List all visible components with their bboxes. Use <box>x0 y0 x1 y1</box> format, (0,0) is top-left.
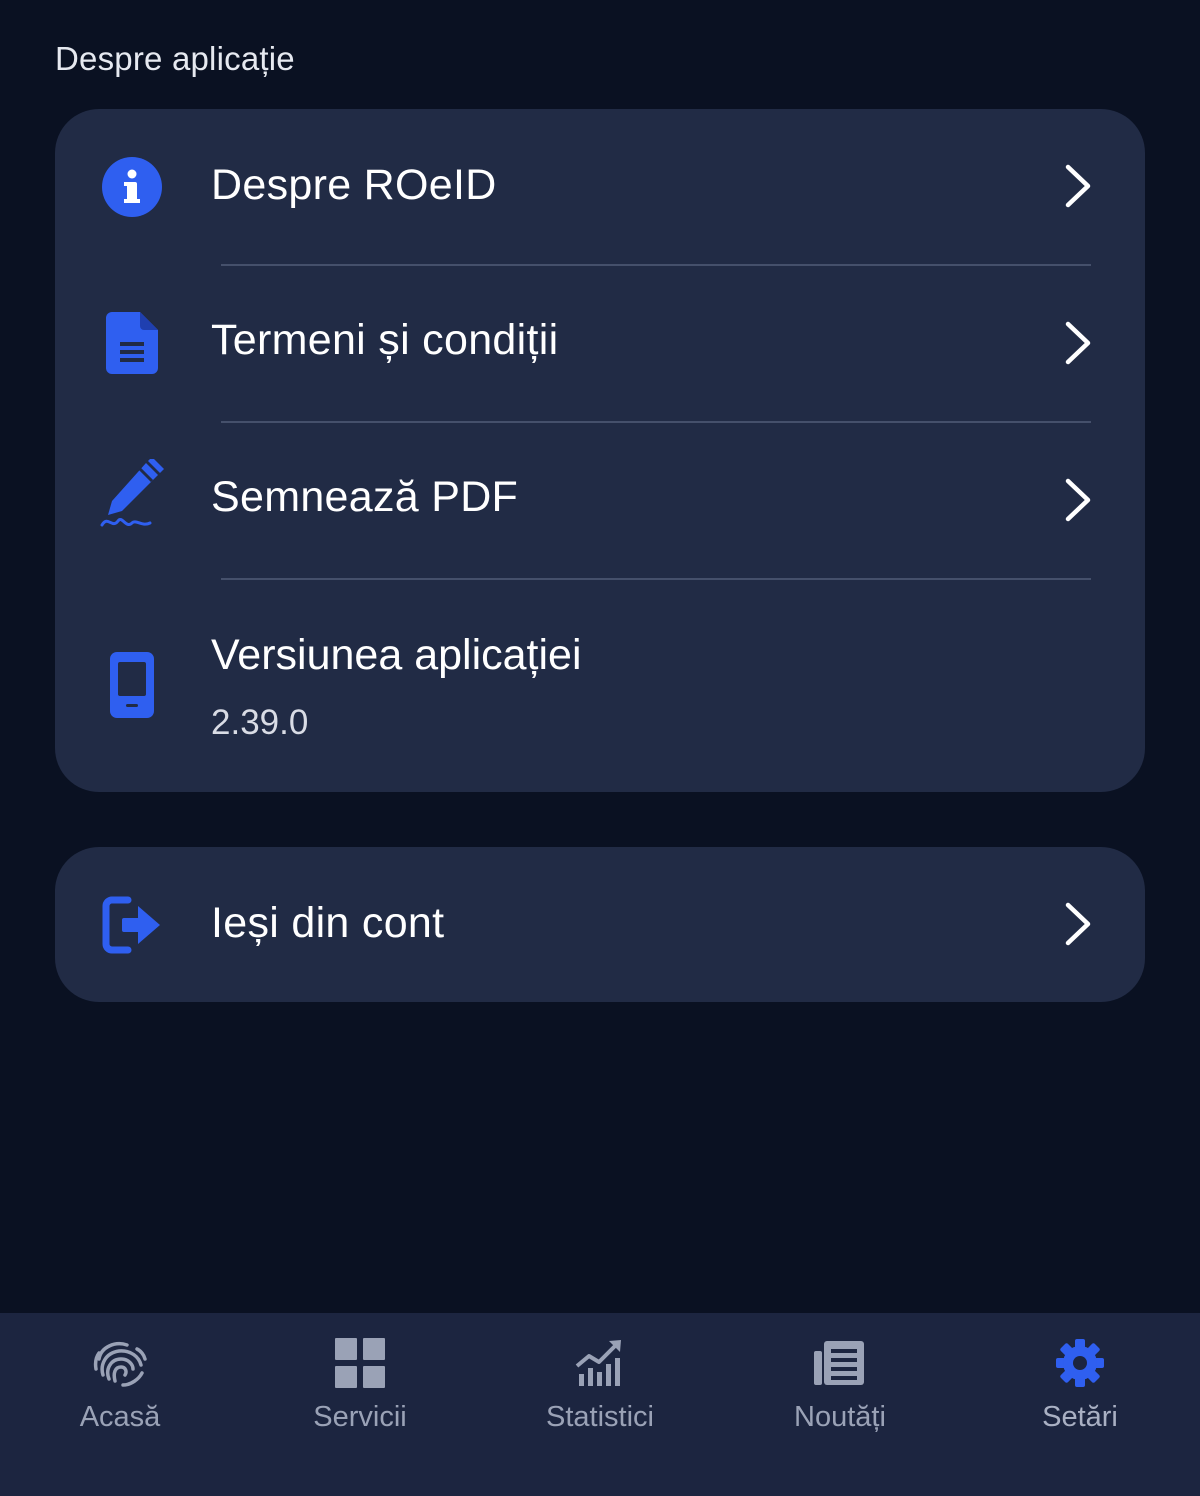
logout-card: Ieși din cont <box>55 847 1145 1002</box>
chevron-right-icon <box>1061 476 1095 524</box>
info-icon <box>100 155 164 219</box>
about-roeid-row[interactable]: Despre ROeID <box>55 109 1145 264</box>
about-roeid-label: Despre ROeID <box>211 161 497 209</box>
version-value: 2.39.0 <box>211 703 309 742</box>
tab-label: Servicii <box>313 1401 407 1433</box>
logout-row[interactable]: Ieși din cont <box>55 847 1145 1002</box>
sign-pdf-label: Semnează PDF <box>211 473 519 521</box>
newspaper-icon <box>810 1333 870 1393</box>
sign-pdf-row[interactable]: Semnează PDF <box>55 423 1145 578</box>
settings-screen: Despre aplicație Despre ROeID Termeni și… <box>0 0 1200 1496</box>
about-card: Despre ROeID Termeni și condiții Semneaz… <box>55 109 1145 792</box>
bottom-tab-bar: Acasă Servicii Statistici Noutăți Setări <box>0 1313 1200 1496</box>
tab-noutati[interactable]: Noutăți <box>720 1313 960 1496</box>
phone-icon <box>100 652 164 718</box>
tab-servicii[interactable]: Servicii <box>240 1313 480 1496</box>
logout-icon <box>100 893 164 957</box>
divider <box>221 578 1091 580</box>
tab-label: Noutăți <box>794 1401 886 1433</box>
chevron-right-icon <box>1061 900 1095 948</box>
gear-icon <box>1050 1333 1110 1393</box>
stats-icon <box>570 1333 630 1393</box>
logout-label: Ieși din cont <box>211 899 445 947</box>
tab-label: Acasă <box>79 1401 161 1433</box>
terms-row[interactable]: Termeni și condiții <box>55 266 1145 421</box>
tab-label: Setări <box>1042 1401 1118 1433</box>
pen-signature-icon <box>100 459 164 527</box>
section-title: Despre aplicație <box>55 40 295 77</box>
terms-label: Termeni și condiții <box>211 316 559 364</box>
tab-label: Statistici <box>546 1401 654 1433</box>
version-label: Versiunea aplicației <box>211 631 582 679</box>
chevron-right-icon <box>1061 319 1095 367</box>
tab-acasa[interactable]: Acasă <box>0 1313 240 1496</box>
fingerprint-icon <box>90 1333 150 1393</box>
tab-statistici[interactable]: Statistici <box>480 1313 720 1496</box>
document-icon <box>100 311 164 375</box>
chevron-right-icon <box>1061 162 1095 210</box>
grid-icon <box>330 1333 390 1393</box>
tab-setari[interactable]: Setări <box>960 1313 1200 1496</box>
